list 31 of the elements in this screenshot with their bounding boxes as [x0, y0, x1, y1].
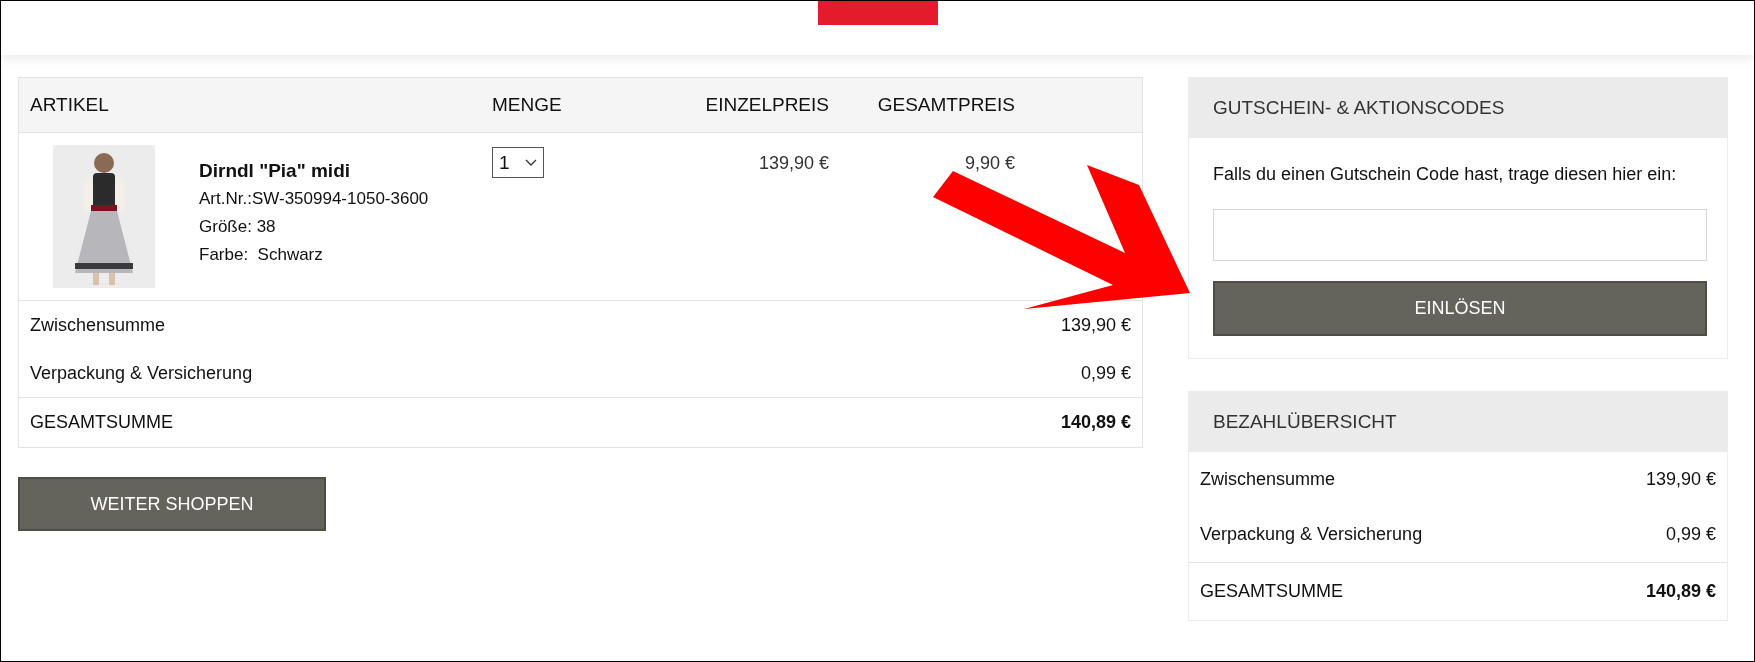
logo-mark[interactable] [817, 1, 938, 25]
summary-label: Verpackung & Versicherung [30, 362, 253, 384]
summary-label: Zwischensumme [1200, 469, 1336, 490]
panel-title: GUTSCHEIN- & AKTIONSCODES [1189, 78, 1727, 138]
size-text: Größe: 38 [199, 216, 277, 238]
column-header: ARTIKEL [29, 94, 110, 116]
continue-shopping-button[interactable]: WEITER SHOPPEN [18, 477, 326, 531]
column-header: EINZELPREIS [704, 94, 830, 116]
summary-value: 0,99 € [1080, 362, 1131, 384]
voucher-hint: Falls du einen Gutschein Code hast, trage diesen hier ein: [1213, 163, 1678, 186]
summary-label: Zwischensumme [30, 314, 166, 336]
article-number: Art.Nr.:SW-350994-1050-3600 [199, 188, 429, 210]
color-text: Farbe: Schwarz [199, 244, 324, 266]
chevron-down-icon [525, 158, 537, 167]
column-header: MENGE [491, 94, 563, 116]
summary-value: 139,90 € [1060, 314, 1131, 336]
summary-label: GESAMTSUMME [30, 412, 173, 433]
summary-value: 139,90 € [1645, 469, 1716, 490]
summary-label: GESAMTSUMME [1200, 581, 1343, 602]
redeem-button[interactable]: EINLÖSEN [1213, 281, 1707, 336]
summary-value: 140,89 € [1060, 412, 1131, 433]
summary-label: Verpackung & Versicherung [1200, 524, 1423, 545]
quantity-select[interactable]: 1 [492, 147, 544, 178]
unit-price: 139,90 € [757, 152, 830, 175]
summary-value: 140,89 € [1645, 581, 1716, 602]
voucher-code-field[interactable] [1213, 209, 1707, 261]
column-header: GESAMTPREIS [876, 94, 1015, 116]
summary-value: 0,99 € [1665, 524, 1716, 545]
panel-title: BEZAHLÜBERSICHT [1189, 392, 1727, 452]
total-price: 9,90 € [963, 152, 1015, 175]
product-name[interactable]: Dirndl "Pia" midi [199, 157, 429, 185]
